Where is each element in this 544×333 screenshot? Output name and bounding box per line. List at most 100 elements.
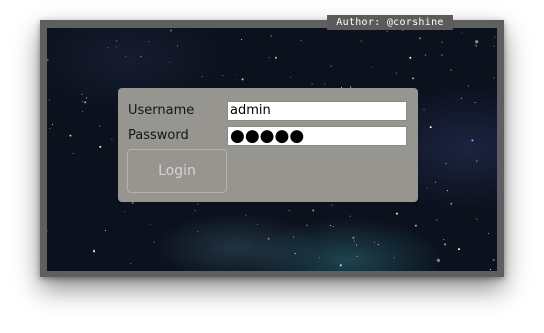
star — [257, 223, 259, 225]
password-field[interactable]: ●●●●● — [227, 126, 407, 146]
star — [373, 241, 375, 243]
star — [386, 30, 388, 33]
star — [104, 229, 107, 231]
star — [306, 224, 308, 226]
star — [124, 210, 126, 213]
star — [194, 210, 196, 212]
star — [300, 40, 302, 42]
star — [49, 127, 51, 130]
star — [270, 35, 272, 37]
star — [349, 215, 351, 217]
star — [450, 69, 452, 71]
star — [461, 32, 463, 34]
star — [494, 36, 496, 38]
star — [476, 218, 478, 220]
star — [290, 76, 292, 78]
star — [412, 77, 414, 80]
star — [99, 125, 101, 127]
star — [409, 56, 412, 59]
star — [318, 257, 320, 259]
star — [475, 40, 479, 44]
star — [493, 45, 495, 47]
star — [440, 54, 443, 56]
star — [436, 258, 440, 262]
star — [99, 145, 102, 148]
star — [332, 225, 334, 228]
star — [429, 126, 432, 129]
star — [125, 55, 127, 57]
star — [197, 230, 199, 232]
login-button[interactable]: Login — [127, 149, 227, 193]
star — [329, 224, 331, 227]
star — [81, 93, 83, 95]
star — [69, 134, 72, 137]
star — [475, 44, 478, 47]
star — [168, 61, 171, 63]
star — [116, 40, 118, 42]
star — [292, 236, 295, 238]
star — [150, 223, 152, 225]
star — [493, 77, 495, 79]
star — [395, 72, 397, 74]
star — [82, 110, 84, 112]
star — [339, 264, 342, 267]
star — [419, 37, 421, 40]
star — [268, 57, 271, 59]
star — [450, 202, 453, 205]
star — [241, 38, 243, 41]
star — [471, 139, 474, 142]
star — [467, 85, 469, 87]
star — [492, 258, 495, 261]
login-panel: Username admin Password ●●●●● Login — [118, 88, 418, 202]
star — [86, 97, 88, 99]
star — [445, 163, 447, 165]
username-label: Username — [128, 103, 195, 118]
star — [312, 209, 315, 212]
star — [458, 248, 460, 251]
star — [460, 97, 462, 99]
star — [111, 138, 113, 140]
star — [330, 65, 332, 67]
star — [267, 237, 270, 240]
star — [443, 238, 445, 240]
star — [423, 109, 425, 111]
star — [352, 236, 355, 239]
author-watermark: Author: @corshine — [327, 15, 453, 30]
password-label: Password — [128, 128, 189, 143]
star — [424, 54, 426, 56]
star — [360, 40, 362, 42]
username-field[interactable]: admin — [227, 101, 407, 121]
star — [476, 160, 478, 162]
star — [82, 101, 84, 103]
star — [47, 59, 49, 61]
star — [197, 203, 199, 205]
star — [395, 212, 398, 215]
star — [371, 66, 373, 68]
star — [153, 241, 155, 243]
star — [294, 252, 296, 254]
star — [489, 269, 492, 271]
star — [324, 83, 326, 85]
star — [331, 204, 333, 206]
star — [84, 101, 87, 104]
screen: Author: @corshine Username admin Passwor… — [0, 0, 544, 333]
star — [51, 123, 54, 126]
star — [93, 250, 96, 253]
star — [311, 83, 313, 85]
star — [222, 74, 224, 77]
star — [353, 240, 355, 242]
star — [201, 76, 203, 78]
star — [426, 187, 428, 189]
star — [241, 78, 244, 81]
star — [436, 219, 438, 221]
star — [446, 190, 449, 192]
star — [274, 56, 277, 59]
star — [130, 262, 132, 265]
star — [377, 243, 379, 246]
star — [393, 257, 395, 259]
star — [131, 201, 134, 204]
star — [487, 232, 489, 235]
star — [140, 56, 142, 58]
star — [434, 181, 436, 183]
star — [115, 46, 117, 48]
